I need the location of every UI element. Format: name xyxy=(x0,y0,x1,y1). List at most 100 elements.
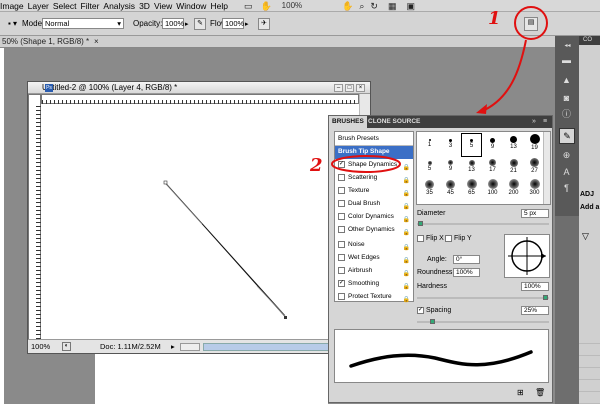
checkbox[interactable] xyxy=(338,266,345,274)
status-zoom[interactable]: 100% xyxy=(31,340,50,354)
lock-icon[interactable]: 🔒 xyxy=(403,294,410,306)
status-arrow-icon[interactable]: ▸ xyxy=(171,340,175,354)
diameter-slider-thumb[interactable] xyxy=(418,221,423,226)
info-icon[interactable]: ⓘ xyxy=(560,108,573,121)
flip-y-checkbox[interactable]: Flip Y xyxy=(445,234,472,243)
airbrush-icon[interactable]: ✈ xyxy=(258,18,270,30)
brush-tip[interactable]: 9 xyxy=(440,157,461,177)
brush-preset-icon[interactable]: ▪ ▾ xyxy=(8,19,17,29)
texture-item[interactable]: Texture 🔒 xyxy=(335,185,413,198)
checkbox[interactable] xyxy=(417,234,424,242)
checkbox[interactable] xyxy=(338,253,345,261)
new-brush-icon[interactable]: ⊞ xyxy=(517,388,524,397)
trash-icon[interactable]: 🗑 xyxy=(535,388,545,397)
brush-tip[interactable]: 5 xyxy=(419,157,440,177)
menu-window[interactable]: Window xyxy=(176,0,210,12)
screen-arrange-icon[interactable]: ▭ xyxy=(244,0,253,12)
protect-texture-item[interactable]: Protect Texture 🔒 xyxy=(335,291,413,304)
color-panel-icon[interactable]: ▬ xyxy=(560,54,573,67)
paragraph-panel-icon[interactable]: ¶ xyxy=(560,182,573,195)
document-title-bar[interactable]: Ps Untitled-2 @ 100% (Layer 4, RGB/8) * … xyxy=(28,82,370,94)
hardness-input[interactable]: 100% xyxy=(521,282,549,291)
dock-header[interactable]: CO xyxy=(579,36,600,45)
menu-filter[interactable]: Filter xyxy=(81,0,104,12)
screen-mode-icon[interactable]: ▣ xyxy=(406,0,415,12)
color-dynamics-item[interactable]: Color Dynamics 🔒 xyxy=(335,211,413,224)
minimize-icon[interactable]: – xyxy=(334,84,343,92)
brush-tip-grid[interactable]: 1 3 5 9 13 19 5 9 13 17 21 27 35 45 65 1… xyxy=(416,131,551,205)
checkbox[interactable] xyxy=(338,292,345,300)
panel-collapse-icon[interactable]: » xyxy=(532,116,536,128)
brushes-panel-icon[interactable]: ✎ xyxy=(559,128,575,144)
brush-tip[interactable]: 13 xyxy=(503,133,524,157)
grid-icon[interactable]: ▦ xyxy=(388,0,397,12)
clone-source-icon[interactable]: ⊕ xyxy=(560,149,573,162)
angle-roundness-widget[interactable] xyxy=(504,234,550,278)
brush-tip[interactable]: 9 xyxy=(482,133,503,157)
histogram-icon[interactable]: ◙ xyxy=(560,92,573,105)
brush-tip[interactable]: 13 xyxy=(461,157,482,177)
checkbox[interactable]: ✓ xyxy=(338,160,345,168)
hardness-slider-thumb[interactable] xyxy=(543,295,548,300)
brush-presets-item[interactable]: Brush Presets xyxy=(335,133,413,146)
adjustments-tab[interactable]: ADJ xyxy=(580,191,594,198)
menu-analysis[interactable]: Analysis xyxy=(103,0,139,12)
brush-tip[interactable]: 100 xyxy=(482,178,503,200)
panel-menu-icon[interactable]: ≡ xyxy=(543,116,547,128)
collapse-icon[interactable]: ◂◂ xyxy=(561,40,574,53)
brush-tip[interactable]: 21 xyxy=(503,157,524,177)
checkbox[interactable] xyxy=(445,234,452,242)
brush-tip[interactable]: 45 xyxy=(440,178,461,200)
brush-tip[interactable]: 300 xyxy=(524,178,545,200)
scroll-left-button[interactable] xyxy=(180,343,200,351)
menu-3d[interactable]: 3D xyxy=(139,0,154,12)
checkbox[interactable] xyxy=(338,173,345,181)
navigator-icon[interactable]: ▲ xyxy=(560,74,573,87)
checkbox[interactable]: ✓ xyxy=(417,306,424,314)
spacing-slider-thumb[interactable] xyxy=(430,319,435,324)
status-icon[interactable]: ◐ xyxy=(62,342,71,351)
maximize-icon[interactable]: □ xyxy=(345,84,354,92)
toggle-brush-panel-icon[interactable]: ▤ xyxy=(524,17,538,31)
spacing-slider[interactable] xyxy=(417,321,549,323)
zoom-icon[interactable]: ⌕ xyxy=(359,0,364,12)
close-icon[interactable]: × xyxy=(92,36,99,48)
hardness-slider[interactable] xyxy=(417,297,549,299)
brush-tip-selected[interactable]: 5 xyxy=(461,133,482,157)
roundness-input[interactable]: 100% xyxy=(453,268,480,277)
wet-edges-item[interactable]: Wet Edges 🔒 xyxy=(335,252,413,265)
tab-clone-source[interactable]: CLONE SOURCE xyxy=(365,116,423,128)
brush-tip[interactable]: 65 xyxy=(461,178,482,200)
brush-tip[interactable]: 17 xyxy=(482,157,503,177)
lock-icon[interactable]: 🔒 xyxy=(403,227,410,239)
airbrush-item[interactable]: Airbrush 🔒 xyxy=(335,265,413,278)
rotate-icon[interactable]: ↻ xyxy=(370,0,378,12)
opacity-input[interactable]: 100% xyxy=(162,18,184,29)
checkbox[interactable] xyxy=(338,199,345,207)
spacing-checkbox[interactable]: ✓ Spacing xyxy=(417,306,451,315)
menu-layer[interactable]: Layer xyxy=(28,0,53,12)
tip-grid-scrollbar[interactable] xyxy=(543,132,550,204)
checkbox[interactable] xyxy=(338,212,345,220)
shape-dynamics-item[interactable]: ✓ Shape Dynamics 🔒 xyxy=(335,159,413,172)
menu-help[interactable]: Help xyxy=(210,0,231,12)
levels-icon[interactable]: ▽ xyxy=(582,231,589,242)
flow-dropdown-icon[interactable]: ▸ xyxy=(245,20,249,28)
checkbox[interactable] xyxy=(338,225,345,233)
brush-tip[interactable]: 19 xyxy=(524,133,545,157)
menu-image[interactable]: Image xyxy=(0,0,28,12)
brush-tip[interactable]: 3 xyxy=(440,133,461,157)
checkbox[interactable] xyxy=(338,186,345,194)
tab-brushes[interactable]: BRUSHES xyxy=(329,116,367,128)
opacity-dropdown-icon[interactable]: ▸ xyxy=(185,20,189,28)
close-window-icon[interactable]: × xyxy=(356,84,365,92)
checkbox[interactable] xyxy=(338,240,345,248)
hand-icon[interactable]: ✋ xyxy=(342,0,353,12)
brush-tip[interactable]: 1 xyxy=(419,133,440,157)
mode-select[interactable]: Normal ▾ xyxy=(42,18,124,29)
adjustment-list[interactable] xyxy=(579,336,600,404)
brush-tip[interactable]: 35 xyxy=(419,178,440,200)
other-dynamics-item[interactable]: Other Dynamics 🔒 xyxy=(335,224,413,237)
smoothing-item[interactable]: ✓ Smoothing 🔒 xyxy=(335,278,413,291)
character-panel-icon[interactable]: A xyxy=(560,166,573,179)
